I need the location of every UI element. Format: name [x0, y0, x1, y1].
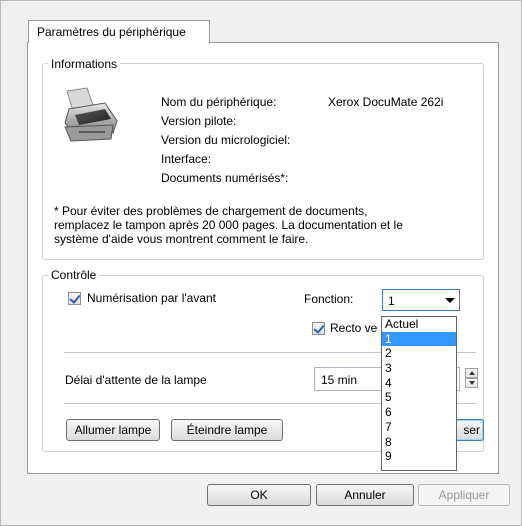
tab-label: Paramètres du périphérique [37, 25, 186, 39]
dropdown-option[interactable]: 9 [382, 449, 456, 464]
function-combobox[interactable]: 1 [382, 289, 460, 311]
dropdown-option[interactable]: 1 [382, 331, 456, 347]
function-label: Fonction: [304, 292, 354, 306]
scanned-docs-label: Documents numérisés*: [161, 171, 289, 185]
lamp-on-button[interactable]: Allumer lampe [66, 419, 160, 441]
interface-label: Interface: [161, 152, 212, 166]
lamp-delay-label: Délai d'attente de la lampe [65, 373, 207, 387]
spin-up-icon[interactable] [465, 368, 478, 378]
dropdown-option[interactable]: 6 [382, 405, 456, 420]
dropdown-option[interactable]: 2 [382, 346, 456, 361]
dropdown-option[interactable]: 4 [382, 376, 456, 391]
informations-legend: Informations [48, 57, 121, 71]
cancel-button[interactable]: Annuler [316, 484, 414, 506]
function-combobox-value: 1 [388, 294, 395, 308]
chevron-down-icon[interactable] [445, 298, 455, 303]
lamp-off-button[interactable]: Éteindre lampe [171, 419, 283, 441]
ok-button[interactable]: OK [207, 484, 311, 506]
device-name-label: Nom du périphérique: [161, 95, 277, 109]
apply-button[interactable]: Appliquer [418, 484, 510, 506]
duplex-label[interactable]: Recto ve [330, 321, 377, 335]
footnote-line-3: système d'aide vous montrent comment le … [54, 232, 309, 246]
front-scan-checkbox[interactable] [68, 292, 81, 305]
controle-legend: Contrôle [48, 268, 100, 282]
front-scan-label[interactable]: Numérisation par l'avant [87, 291, 216, 305]
scanner-image [64, 87, 118, 142]
device-name-value: Xerox DocuMate 262i [328, 95, 444, 109]
driver-version-label: Version pilote: [161, 114, 237, 128]
footnote-line-2: remplacez le tampon après 20 000 pages. … [54, 218, 403, 232]
function-dropdown-list[interactable]: Actuel 1 2 3 4 5 6 7 8 9 [381, 316, 457, 471]
dropdown-option[interactable]: 3 [382, 361, 456, 376]
dropdown-option[interactable]: 7 [382, 420, 456, 435]
dropdown-option[interactable]: Actuel [382, 317, 456, 332]
dropdown-option[interactable]: 5 [382, 390, 456, 405]
lamp-delay-value: 15 min [321, 373, 358, 387]
tab-device-settings[interactable]: Paramètres du périphérique [28, 20, 210, 43]
firmware-version-label: Version du micrologiciel: [161, 133, 291, 147]
footnote-line-1: * Pour éviter des problèmes de chargemen… [54, 204, 368, 218]
spin-down-icon[interactable] [465, 378, 478, 388]
duplex-checkbox[interactable] [312, 322, 325, 335]
dropdown-option[interactable]: 8 [382, 435, 456, 450]
lamp-delay-spinner[interactable] [465, 368, 478, 390]
